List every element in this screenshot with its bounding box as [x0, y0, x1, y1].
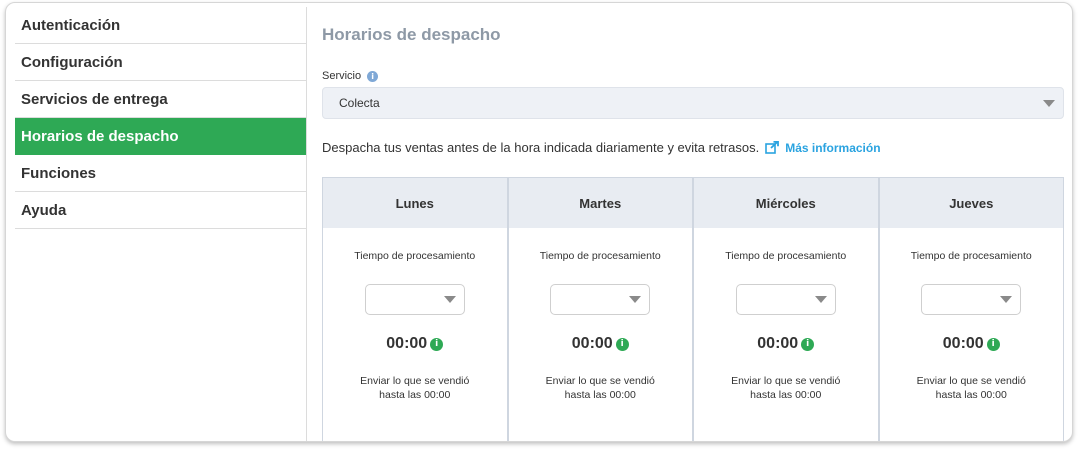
time-display: 00:00 i [694, 335, 878, 353]
service-select[interactable]: Colecta [322, 87, 1064, 119]
info-icon[interactable]: i [615, 337, 629, 351]
description-row: Despacha tus ventas antes de la hora ind… [322, 140, 881, 155]
day-column-wednesday: Miércoles Tiempo de procesamiento 00:00 … [694, 178, 880, 441]
day-column-monday: Lunes Tiempo de procesamiento 00:00 i En… [323, 178, 509, 441]
sidebar-item-delivery-services[interactable]: Servicios de entrega [15, 81, 306, 118]
processing-time-label: Tiempo de procesamiento [354, 250, 476, 262]
send-line: Enviar lo que se vendió [731, 375, 841, 387]
processing-time-select[interactable] [735, 284, 836, 315]
processing-time-select[interactable] [921, 284, 1022, 315]
day-column-thursday: Jueves Tiempo de procesamiento 00:00 i E… [879, 178, 1064, 441]
info-icon[interactable]: i [430, 337, 444, 351]
processing-time-select[interactable] [550, 284, 651, 315]
day-header: Jueves [879, 178, 1063, 228]
send-until-text: Enviar lo que se vendió hasta las 00:00 [880, 374, 1064, 402]
main-content: Horarios de despacho Servicio i Colecta … [322, 3, 1064, 441]
chevron-down-icon [443, 296, 456, 303]
send-line: hasta las 00:00 [935, 389, 1007, 401]
page-title: Horarios de despacho [322, 25, 501, 44]
send-until-text: Enviar lo que se vendió hasta las 00:00 [694, 374, 878, 402]
day-header: Martes [508, 178, 692, 228]
sidebar-item-label: Configuración [21, 53, 123, 71]
sidebar-item-configuration[interactable]: Configuración [15, 44, 306, 81]
chevron-down-icon [1000, 296, 1013, 303]
processing-time-select[interactable] [364, 284, 465, 315]
info-icon[interactable]: i [367, 70, 379, 82]
send-until-text: Enviar lo que se vendió hasta las 00:00 [323, 374, 507, 402]
send-line: hasta las 00:00 [750, 389, 822, 401]
time-value: 00:00 [386, 335, 428, 352]
processing-time-label: Tiempo de procesamiento [910, 250, 1032, 262]
sidebar-item-authentication[interactable]: Autenticación [15, 7, 306, 44]
service-label: Servicio [322, 70, 362, 82]
day-column-tuesday: Martes Tiempo de procesamiento 00:00 i E… [508, 178, 694, 441]
time-value: 00:00 [942, 335, 984, 352]
time-display: 00:00 i [509, 335, 693, 353]
info-icon[interactable]: i [986, 337, 1000, 351]
send-line: Enviar lo que se vendió [360, 375, 470, 387]
sidebar-item-label: Horarios de despacho [21, 127, 179, 145]
sidebar: Autenticación Configuración Servicios de… [15, 7, 307, 441]
day-header: Miércoles [694, 178, 878, 228]
info-icon[interactable]: i [801, 337, 815, 351]
chevron-down-icon [629, 296, 642, 303]
send-line: Enviar lo que se vendió [545, 375, 655, 387]
send-line: hasta las 00:00 [564, 389, 636, 401]
day-header: Lunes [323, 178, 507, 228]
time-value: 00:00 [757, 335, 799, 352]
processing-time-label: Tiempo de procesamiento [539, 250, 661, 262]
settings-panel: Autenticación Configuración Servicios de… [5, 2, 1073, 442]
send-line: hasta las 00:00 [379, 389, 451, 401]
sidebar-item-help[interactable]: Ayuda [15, 192, 306, 229]
time-value: 00:00 [571, 335, 613, 352]
processing-time-label: Tiempo de procesamiento [725, 250, 847, 262]
chevron-down-icon [814, 296, 827, 303]
time-display: 00:00 i [323, 335, 507, 353]
send-line: Enviar lo que se vendió [916, 375, 1026, 387]
sidebar-item-label: Servicios de entrega [21, 90, 168, 108]
time-display: 00:00 i [880, 335, 1064, 353]
external-link-icon[interactable] [765, 141, 780, 154]
service-select-value: Colecta [339, 96, 380, 110]
sidebar-item-label: Autenticación [21, 16, 121, 34]
sidebar-item-label: Ayuda [21, 201, 67, 219]
days-grid: Lunes Tiempo de procesamiento 00:00 i En… [322, 177, 1064, 441]
send-until-text: Enviar lo que se vendió hasta las 00:00 [509, 374, 693, 402]
service-label-row: Servicio i [322, 70, 379, 82]
chevron-down-icon [1043, 100, 1055, 107]
more-info-link[interactable]: Más información [785, 141, 880, 155]
description-text: Despacha tus ventas antes de la hora ind… [322, 140, 760, 155]
sidebar-item-label: Funciones [21, 164, 97, 182]
sidebar-item-dispatch-schedules[interactable]: Horarios de despacho [15, 118, 306, 155]
sidebar-item-functions[interactable]: Funciones [15, 155, 306, 192]
